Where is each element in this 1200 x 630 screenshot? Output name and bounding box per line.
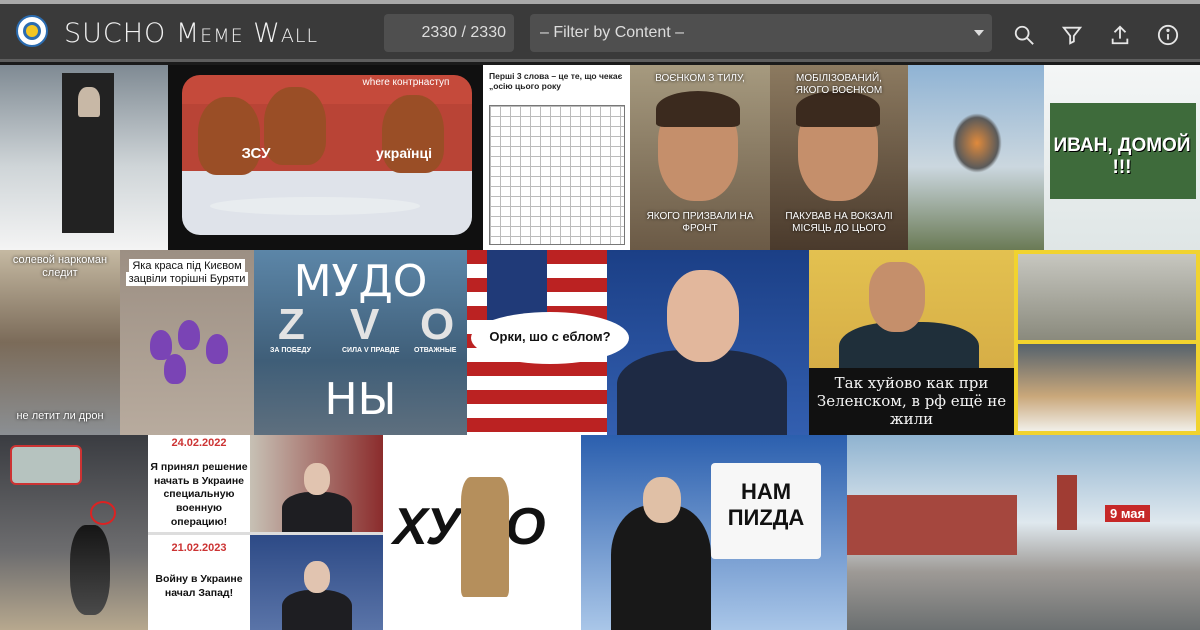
meme-tile-flowers[interactable]: Яка краса під Києвом зацвіли торішні Бур… — [120, 250, 254, 435]
suit-image — [282, 590, 352, 630]
wordsearch-grid — [489, 105, 625, 245]
meme-caption: 24.02.2022 — [171, 437, 227, 449]
meme-caption: СИЛА V ПРАВДЕ — [342, 347, 400, 354]
suit-image — [617, 350, 787, 435]
face-image — [304, 561, 330, 593]
meme-caption: ОТВАЖНЫЕ — [414, 347, 457, 354]
face-image — [667, 270, 739, 362]
meme-caption: Яка краса під Києвом зацвіли торішні Бур… — [120, 259, 254, 286]
meme-tile-red-square[interactable]: солевой наркоман следит не летит ли дрон — [0, 250, 120, 435]
meme-caption: солевой наркоман следит — [12, 254, 108, 279]
meme-tile-feast[interactable] — [1014, 250, 1200, 435]
smoke-image — [952, 113, 1002, 173]
meme-caption: ЗА ПОБЕДУ — [270, 347, 311, 354]
flower-image — [164, 354, 186, 384]
face-image — [643, 477, 681, 523]
trench-image — [1018, 254, 1196, 340]
desk-image — [210, 197, 420, 215]
protest-sign: НАМ ПИZДА — [711, 463, 821, 559]
tower-image — [1057, 475, 1077, 530]
filter-icon[interactable] — [1061, 24, 1083, 46]
info-icon[interactable] — [1157, 24, 1179, 46]
flower-image — [178, 320, 200, 350]
meme-caption: МОБІЛІЗОВАНИЙ, ЯКОГО ВОЄНКОМ — [795, 73, 883, 96]
suit-image — [282, 492, 352, 532]
meme-caption: ВОЄНКОМ З ТИЛУ, — [655, 73, 745, 84]
kremlin-wall-image — [847, 495, 1017, 555]
meme-counter: 2330 / 2330 — [384, 14, 514, 52]
meme-tile-pigeon[interactable] — [0, 435, 148, 630]
meme-caption: ЯКОГО ПРИЗВАЛИ НА ФРОНТ — [646, 211, 754, 234]
meme-caption: Так хуйово как при Зеленском, в рф ещё н… — [809, 368, 1014, 435]
face-image — [869, 262, 925, 332]
meme-tile-mudozvony[interactable]: МУДО Z V O ЗА ПОБЕДУ СИЛА V ПРАВДЕ ОТВАЖ… — [254, 250, 467, 435]
meme-caption: НЫ — [324, 374, 397, 425]
meme-caption: 9 мая — [1105, 505, 1151, 522]
meme-caption: O — [420, 300, 455, 349]
meme-caption: Z — [278, 300, 305, 349]
meme-caption: не летит ли дрон — [16, 410, 104, 422]
upload-icon[interactable] — [1109, 24, 1131, 46]
meme-caption: ИВАН, ДОМОЙ !!! — [1053, 135, 1191, 178]
top-bar: SUCHO Meme Wall 2330 / 2330 – Filter by … — [0, 0, 1200, 62]
chevron-down-icon — [974, 30, 984, 36]
meme-caption: українці — [375, 145, 433, 161]
speech-bubble: Орки, шо с еблом? — [471, 312, 629, 364]
search-icon[interactable] — [1013, 24, 1035, 46]
meme-caption: Я принял решение начать в Украине специа… — [150, 461, 248, 528]
meme-caption: ЗСУ — [241, 145, 271, 162]
hair-image — [656, 91, 740, 127]
meme-tile-biden[interactable]: Орки, шо с еблом? — [467, 250, 809, 435]
meme-tile-kremlin[interactable]: 9 мая — [847, 435, 1200, 630]
meme-caption: Войну в Украине начал Запад! — [155, 573, 243, 599]
filter-selected-value: – Filter by Content – — [540, 24, 685, 41]
meme-caption: ПАКУВАВ НА ВОКЗАЛІ МІСЯЦЬ ДО ЦЬОГО — [785, 211, 893, 234]
meme-tile-train[interactable]: ИВАН, ДОМОЙ !!! — [1044, 65, 1200, 250]
meme-tile-orangutans[interactable]: where контрнаступ ЗСУ українці — [168, 65, 483, 250]
meme-tile-news-protest[interactable]: НАМ ПИZДА — [581, 435, 847, 630]
meme-tile-hulo[interactable]: ХУ ЛО — [383, 435, 581, 630]
orangutan-image — [382, 95, 444, 173]
highlight-circle — [90, 501, 116, 525]
face-image — [304, 463, 330, 495]
smoke-image — [70, 525, 110, 615]
flower-image — [206, 334, 228, 364]
anchor-image — [611, 505, 711, 630]
meme-caption: 21.02.2023 — [171, 542, 227, 554]
app-title: SUCHO Meme Wall — [64, 18, 319, 49]
meme-tile-zelensky[interactable]: Так хуйово как при Зеленском, в рф ещё н… — [809, 250, 1014, 435]
meme-tile-putin-speeches[interactable]: 24.02.2022 Я принял решение начать в Укр… — [148, 435, 383, 630]
meme-tile-grave[interactable] — [0, 65, 168, 250]
content-filter-select[interactable]: – Filter by Content – — [530, 14, 992, 52]
hair-image — [796, 91, 880, 127]
coat-figure-image — [461, 477, 509, 597]
sucho-logo-icon[interactable] — [16, 15, 48, 47]
meme-tile-cage-happy[interactable]: МОБІЛІЗОВАНИЙ, ЯКОГО ВОЄНКОМ ПАКУВАВ НА … — [770, 65, 908, 250]
meme-tile-explosion[interactable] — [908, 65, 1044, 250]
meme-caption: Перші 3 слова – це те, що чекає „осію ць… — [489, 71, 623, 91]
speech-photo — [250, 535, 383, 630]
orangutan-image — [198, 97, 260, 175]
meme-caption: where контрнаступ — [362, 77, 450, 88]
meme-tile-cage-tired[interactable]: ВОЄНКОМ З ТИЛУ, ЯКОГО ПРИЗВАЛИ НА ФРОНТ — [630, 65, 770, 250]
meme-grid: where контрнаступ ЗСУ українці Перші 3 с… — [0, 65, 1200, 630]
meme-tile-wordsearch[interactable]: Перші 3 слова – це те, що чекає „осію ць… — [483, 65, 630, 250]
pigeon-image — [10, 445, 82, 485]
speech-photo — [250, 435, 383, 532]
banquet-image — [1018, 344, 1196, 431]
portrait-image — [78, 87, 100, 117]
meme-caption: V — [350, 300, 380, 349]
